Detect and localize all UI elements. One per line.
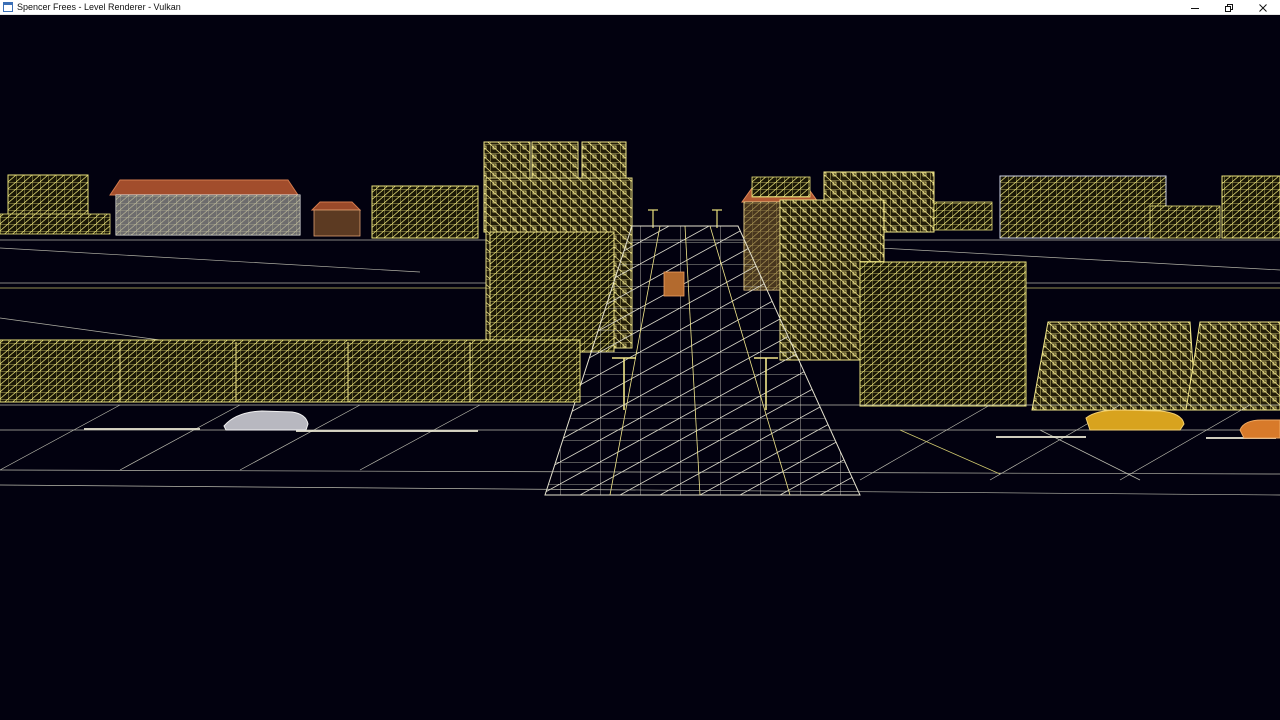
render-viewport[interactable] — [0, 15, 1280, 720]
app-window-icon — [3, 2, 13, 12]
window-title: Spencer Frees - Level Renderer - Vulkan — [17, 1, 181, 12]
title-bar[interactable]: Spencer Frees - Level Renderer - Vulkan — [0, 0, 1280, 15]
minimize-button[interactable] — [1178, 0, 1212, 15]
building-small-hut — [310, 201, 362, 237]
close-button[interactable] — [1246, 0, 1280, 15]
building-far-left-2 — [371, 185, 479, 239]
window-controls — [1178, 0, 1280, 15]
restore-icon — [1225, 3, 1233, 12]
minimize-icon — [1191, 7, 1199, 9]
building-row-left — [0, 339, 581, 403]
app-window: Spencer Frees - Level Renderer - Vulkan — [0, 0, 1280, 720]
building-far-right-1 — [999, 175, 1280, 239]
building-red-roof — [109, 179, 301, 236]
close-icon — [1259, 3, 1267, 12]
car-orange-partial — [1239, 419, 1280, 439]
car-yellow — [1085, 409, 1185, 431]
building-row-right — [1031, 321, 1280, 411]
restore-button[interactable] — [1212, 0, 1246, 15]
wireframe-scene — [0, 15, 1280, 720]
